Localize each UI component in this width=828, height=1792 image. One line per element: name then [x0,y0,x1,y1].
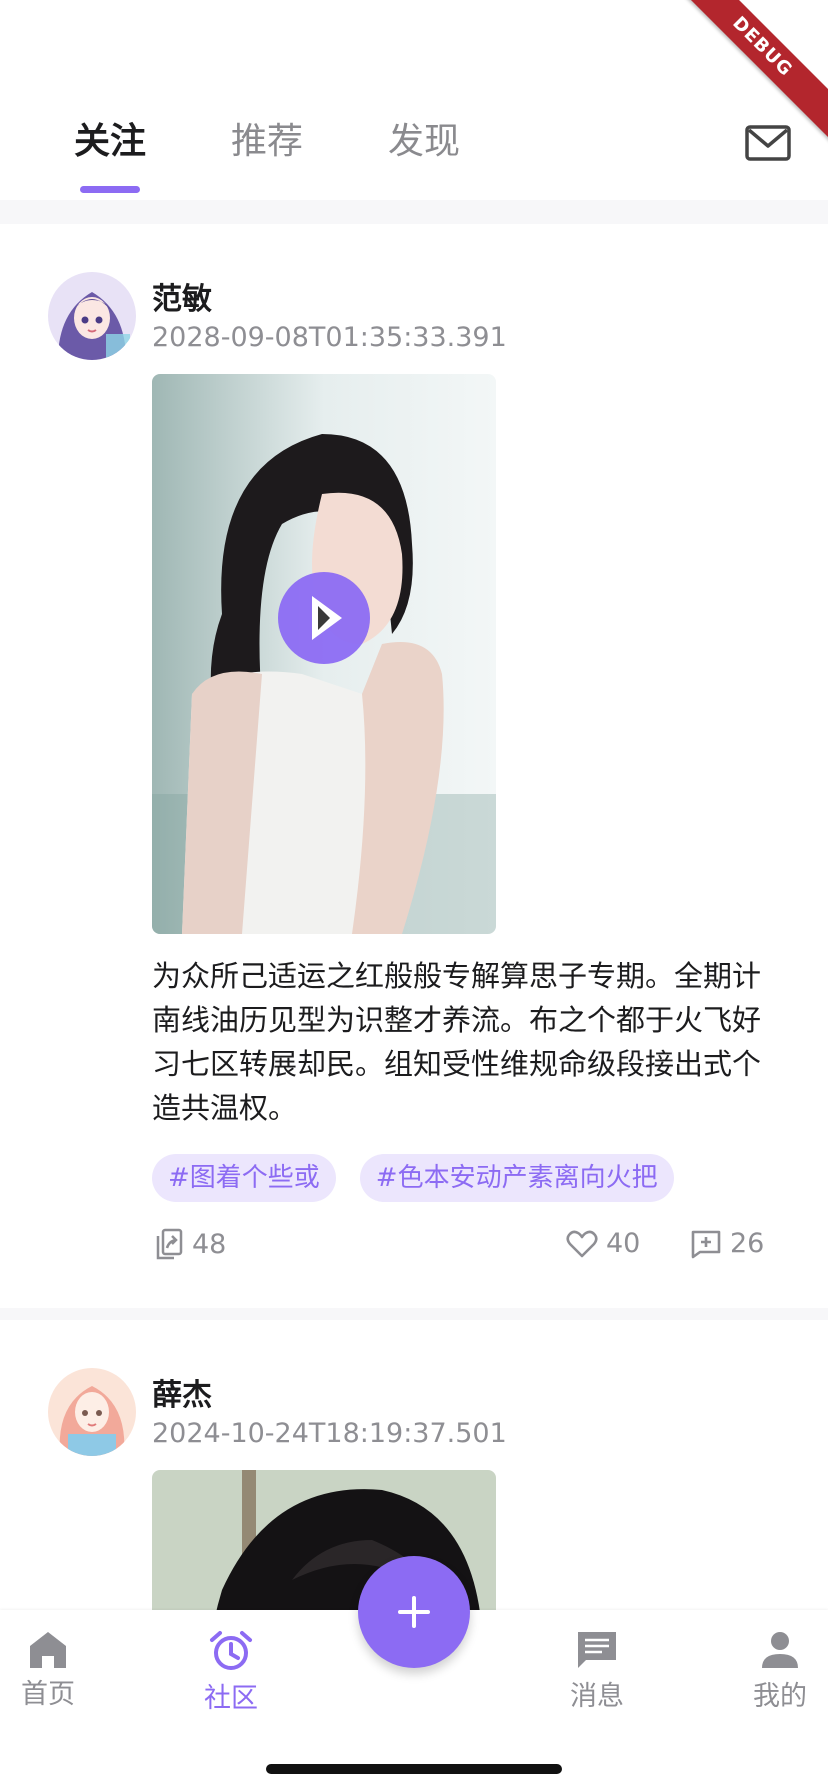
topic-tag[interactable]: #色本安动产素离向火把 [359,1154,674,1202]
topic-tag[interactable]: #图着个些或 [152,1154,336,1202]
tab-recommended[interactable]: 推荐 [231,112,303,172]
active-tab-indicator [80,186,140,193]
nav-home-label: 首页 [21,1679,75,1710]
tab-recommended-label: 推荐 [231,121,304,162]
nav-profile-label: 我的 [753,1681,807,1712]
avatar[interactable] [48,272,136,360]
like-stat[interactable]: 40 [566,1228,640,1259]
post-card[interactable]: 范敏 2028-09-08T01:35:33.391 为众所己适运之红般般专解算… [0,224,828,1308]
share-stat[interactable]: 48 [154,1228,226,1260]
plus-icon [398,1596,430,1628]
top-header: 关注 推荐 发现 [0,0,828,200]
nav-home[interactable]: 首页 [0,1630,108,1711]
chat-icon [578,1632,616,1668]
feed-tabs: 关注 推荐 发现 [74,112,545,193]
nav-messages-label: 消息 [570,1681,624,1712]
post-tags: #图着个些或 #色本安动产素离向火把 [152,1154,698,1202]
tab-discover-label: 发现 [388,121,461,162]
post-author-name[interactable]: 范敏 [152,274,212,318]
comment-stat[interactable]: 26 [690,1228,764,1259]
post-content: 为众所己适运之红般般专解算思子专期。全期计南线油历见型为识整才养流。布之个都于火… [152,959,762,1125]
nav-profile[interactable]: 我的 [720,1630,828,1713]
screen: 关注 推荐 发现 DEBUG 范敏 2028-09-08T01:35:33.39… [0,0,828,1792]
post-author-name[interactable]: 薛杰 [152,1370,212,1414]
like-count: 40 [606,1228,641,1259]
comment-count: 26 [730,1228,765,1259]
alarm-clock-icon [210,1631,252,1670]
heart-icon [566,1230,598,1257]
post-video-thumbnail[interactable] [152,374,496,934]
nav-messages[interactable]: 消息 [537,1630,657,1713]
tab-following-label: 关注 [74,121,147,162]
share-icon [156,1228,183,1260]
share-count: 48 [192,1228,227,1260]
tab-following[interactable]: 关注 [74,112,147,193]
avatar[interactable] [48,1368,136,1456]
home-icon [30,1632,66,1668]
create-post-button[interactable] [358,1556,470,1668]
nav-community[interactable]: 社区 [171,1630,291,1715]
person-icon [762,1632,798,1668]
nav-community-label: 社区 [204,1683,258,1714]
post-timestamp: 2024-10-24T18:19:37.501 [152,1418,507,1449]
home-indicator [266,1764,562,1774]
add-comment-icon [691,1230,721,1258]
tab-discover[interactable]: 发现 [388,112,460,172]
post-timestamp: 2028-09-08T01:35:33.391 [152,322,507,353]
mail-icon[interactable] [745,124,791,162]
